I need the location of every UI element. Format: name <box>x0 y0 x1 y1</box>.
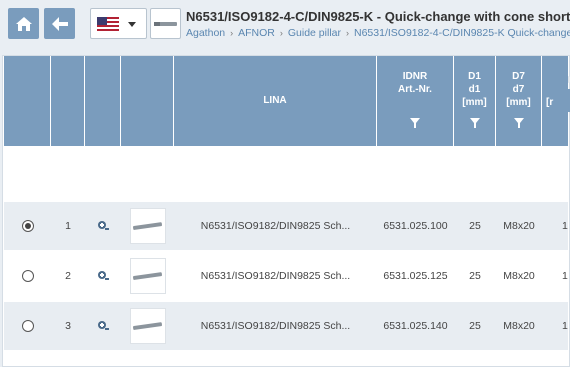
row-idnr: 6531.025.140 <box>383 320 448 332</box>
guide-pillar-image-icon <box>132 272 162 280</box>
row-idnr: 6531.025.125 <box>383 270 448 282</box>
lina-header-label: LINA <box>263 95 287 106</box>
row-extra: 1 <box>562 320 568 332</box>
row-d1: 25 <box>469 220 481 232</box>
filter-icon[interactable] <box>469 118 480 128</box>
table-row[interactable]: 3 N6531/ISO9182/DIN9825 Sch... 6531.025.… <box>4 302 568 350</box>
top-bar: N6531/ISO9182-4-C/DIN9825-K - Quick-chan… <box>0 0 570 52</box>
home-icon <box>15 16 32 31</box>
breadcrumb-item[interactable]: Guide pillar <box>288 27 341 39</box>
number-column-header <box>51 56 85 146</box>
image-column-header <box>121 56 174 146</box>
chevron-down-icon <box>128 22 136 27</box>
breadcrumb: Agathon › AFNOR › Guide pillar › N6531/ISO9182… <box>186 27 570 39</box>
language-select[interactable] <box>90 8 147 39</box>
breadcrumb-item[interactable]: N6531/ISO9182-4-C/DIN9825-K Quick-change <box>354 27 570 39</box>
guide-pillar-image-icon <box>132 322 162 330</box>
extra-header-label: [r <box>546 97 554 108</box>
row-d7: M8x20 <box>503 270 535 282</box>
row-d1: 25 <box>469 320 481 332</box>
table-header: LINA IDNR Art.-Nr. D1 d1 [mm] D7 d7 [mm]… <box>4 56 568 146</box>
row-extra: 1 <box>562 220 568 232</box>
row-idnr: 6531.025.100 <box>383 220 448 232</box>
row-lina: N6531/ISO9182/DIN9825 Sch... <box>200 270 351 282</box>
row-radio[interactable] <box>21 320 34 332</box>
idnr-column-header[interactable]: IDNR Art.-Nr. <box>377 56 454 146</box>
row-radio[interactable] <box>21 220 34 232</box>
row-extra: 1 <box>562 270 568 282</box>
idnr-header-label: IDNR Art.-Nr. <box>398 71 432 95</box>
lina-column-header[interactable]: LINA <box>174 56 377 146</box>
row-number: 1 <box>65 220 71 232</box>
filter-icon[interactable] <box>410 118 420 128</box>
chevron-right-icon: › <box>346 28 349 38</box>
zoom-add-icon[interactable] <box>97 220 109 232</box>
table-row[interactable]: 1 N6531/ISO9182/DIN9825 Sch... 6531.025.… <box>4 202 568 250</box>
zoom-add-icon[interactable] <box>97 270 109 282</box>
zoom-add-icon[interactable] <box>97 320 109 332</box>
extra-column-header[interactable]: [r <box>542 56 568 146</box>
d7-header-label: D7 d7 [mm] <box>506 71 531 108</box>
product-thumbnail <box>150 8 181 39</box>
select-column-header <box>4 56 51 146</box>
chevron-right-icon: › <box>279 28 283 38</box>
row-d1: 25 <box>469 270 481 282</box>
filter-icon[interactable] <box>513 118 524 128</box>
product-image[interactable] <box>129 208 166 244</box>
row-d7: M8x20 <box>503 220 535 232</box>
row-lina: N6531/ISO9182/DIN9825 Sch... <box>200 320 351 332</box>
action-column-header <box>85 56 121 146</box>
chevron-right-icon: › <box>230 28 234 38</box>
us-flag-icon <box>97 17 119 31</box>
row-number: 2 <box>65 270 71 282</box>
d7-column-header[interactable]: D7 d7 [mm] <box>496 56 542 146</box>
product-image[interactable] <box>129 308 166 344</box>
row-lina: N6531/ISO9182/DIN9825 Sch... <box>200 220 351 232</box>
d1-header-label: D1 d1 [mm] <box>462 71 487 108</box>
row-d7: M8x20 <box>503 320 535 332</box>
table-row[interactable]: 2 N6531/ISO9182/DIN9825 Sch... 6531.025.… <box>4 252 568 300</box>
product-image[interactable] <box>129 258 166 294</box>
breadcrumb-item[interactable]: AFNOR <box>238 27 275 39</box>
home-button[interactable] <box>8 8 39 39</box>
row-number: 3 <box>65 320 71 332</box>
d1-column-header[interactable]: D1 d1 [mm] <box>454 56 496 146</box>
guide-pillar-image-icon <box>132 222 162 230</box>
breadcrumb-item[interactable]: Agathon <box>186 27 225 39</box>
row-radio[interactable] <box>21 270 34 282</box>
back-button[interactable] <box>44 8 75 39</box>
guide-pillar-image-icon <box>153 21 177 26</box>
arrow-left-icon <box>51 16 68 31</box>
page-title: N6531/ISO9182-4-C/DIN9825-K - Quick-chan… <box>186 9 570 24</box>
